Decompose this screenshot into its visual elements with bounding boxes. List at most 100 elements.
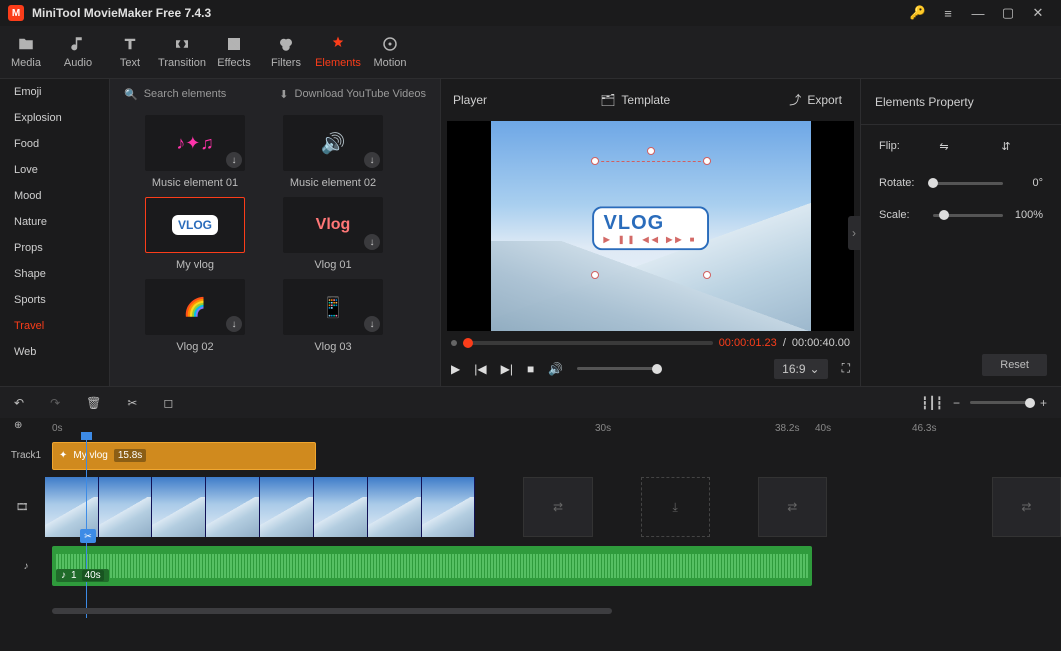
element-card[interactable]: VLOGMy vlog <box>130 197 260 271</box>
playhead[interactable] <box>86 438 87 618</box>
ruler-tick: 38.2s <box>775 423 799 434</box>
category-emoji[interactable]: Emoji <box>0 79 109 105</box>
categories-sidebar: Emoji Explosion Food Love Mood Nature Pr… <box>0 79 110 386</box>
tab-media[interactable]: Media <box>0 26 52 78</box>
time-separator: / <box>783 337 786 349</box>
element-clip-name: My vlog <box>73 450 107 461</box>
chevron-down-icon: ⌄ <box>810 362 820 376</box>
crop-button[interactable]: ◻ <box>163 396 173 410</box>
category-web[interactable]: Web <box>0 339 109 365</box>
seek-slider[interactable] <box>463 341 713 345</box>
download-icon[interactable] <box>364 316 380 332</box>
category-shape[interactable]: Shape <box>0 261 109 287</box>
tab-filters[interactable]: Filters <box>260 26 312 78</box>
category-explosion[interactable]: Explosion <box>0 105 109 131</box>
aspect-ratio-select[interactable]: 16:9⌄ <box>774 359 827 379</box>
zoom-out-button[interactable]: − <box>953 396 960 410</box>
content-row: Emoji Explosion Food Love Mood Nature Pr… <box>0 79 1061 386</box>
download-icon: ⬇ <box>279 88 288 101</box>
elements-panel: 🔍 Search elements ⬇ Download YouTube Vid… <box>110 79 441 386</box>
timeline-scrollbar[interactable] <box>52 608 612 614</box>
category-props[interactable]: Props <box>0 235 109 261</box>
download-icon[interactable] <box>364 152 380 168</box>
preview-box[interactable]: VLOG ▶ ❚❚ ◀◀ ▶▶ ■ <box>447 121 854 331</box>
play-button[interactable]: ▶ <box>451 362 460 376</box>
category-travel[interactable]: Travel <box>0 313 109 339</box>
category-sports[interactable]: Sports <box>0 287 109 313</box>
properties-panel: Elements Property Flip: ⇋ ⇵ Rotate: 0° S… <box>861 79 1061 386</box>
category-love[interactable]: Love <box>0 157 109 183</box>
duration-time: 00:00:40.00 <box>792 337 850 349</box>
zoom-in-button[interactable]: + <box>1040 396 1047 410</box>
transition-slot[interactable]: ⇄ <box>992 477 1061 537</box>
flip-horizontal-button[interactable]: ⇋ <box>933 135 955 157</box>
category-food[interactable]: Food <box>0 131 109 157</box>
license-key-icon[interactable]: 🔑 <box>903 5 933 21</box>
element-card[interactable]: 🔊Music element 02 <box>268 115 398 189</box>
category-mood[interactable]: Mood <box>0 183 109 209</box>
export-button[interactable]: ⤴Export <box>783 87 848 112</box>
track-audio: ♪ ♪ 1 40s <box>0 541 1061 591</box>
drop-media-slot[interactable]: ⤓ <box>641 477 710 537</box>
ruler-tick: 0s <box>52 423 63 434</box>
rotate-label: Rotate: <box>879 177 923 189</box>
ruler-tick: 30s <box>595 423 611 434</box>
video-clip[interactable] <box>45 477 476 537</box>
tab-text[interactable]: Text <box>104 26 156 78</box>
template-button[interactable]: 🗂Template <box>594 89 676 111</box>
download-icon[interactable] <box>226 316 242 332</box>
tab-transition[interactable]: Transition <box>156 26 208 78</box>
scale-slider[interactable] <box>933 214 1003 217</box>
transition-slot[interactable]: ⇄ <box>523 477 592 537</box>
minimize-button[interactable]: — <box>963 6 993 21</box>
prev-frame-button[interactable]: |◀ <box>474 362 486 376</box>
audio-clip[interactable]: ♪ 1 40s <box>52 546 812 586</box>
scale-value: 100% <box>1013 209 1043 221</box>
element-clip-icon: ✦ <box>59 450 67 461</box>
properties-title: Elements Property <box>861 79 1061 125</box>
zoom-slider[interactable] <box>970 401 1030 404</box>
rotate-slider[interactable] <box>933 182 1003 185</box>
delete-button[interactable]: 🗑 <box>86 396 101 410</box>
volume-slider[interactable] <box>577 367 657 370</box>
seek-start-dot <box>451 340 457 346</box>
undo-button[interactable]: ↶ <box>14 396 24 410</box>
tab-motion[interactable]: Motion <box>364 26 416 78</box>
category-nature[interactable]: Nature <box>0 209 109 235</box>
timeline-ruler[interactable]: ⊕ 0s 30s 38.2s 40s 46.3s <box>0 418 1061 438</box>
search-elements-input[interactable]: 🔍 Search elements <box>124 88 226 101</box>
download-icon[interactable] <box>226 152 242 168</box>
download-youtube-button[interactable]: ⬇ Download YouTube Videos <box>279 88 426 101</box>
element-clip[interactable]: ✦ My vlog 15.8s <box>52 442 316 470</box>
element-card[interactable]: VlogVlog 01 <box>268 197 398 271</box>
audio-track-icon: ♪ <box>0 561 52 572</box>
titlebar: M MiniTool MovieMaker Free 7.4.3 🔑 ≡ — ▢… <box>0 0 1061 26</box>
redo-button[interactable]: ↷ <box>50 396 60 410</box>
tab-effects[interactable]: Effects <box>208 26 260 78</box>
flip-vertical-button[interactable]: ⇵ <box>995 135 1017 157</box>
maximize-button[interactable]: ▢ <box>993 5 1023 21</box>
stop-button[interactable]: ■ <box>527 362 534 376</box>
transition-slot[interactable]: ⇄ <box>758 477 827 537</box>
split-marker-icon[interactable]: ✂ <box>80 529 96 543</box>
flip-label: Flip: <box>879 140 923 152</box>
fit-zoom-button[interactable]: ┇┃┇ <box>921 396 943 410</box>
volume-icon[interactable]: 🔊 <box>548 362 563 376</box>
track-video: 🎞 ⇄ ⤓ ⇄ ⇄ <box>0 473 1061 541</box>
next-frame-button[interactable]: ▶| <box>501 362 513 376</box>
vlog-element-overlay[interactable]: VLOG ▶ ❚❚ ◀◀ ▶▶ ■ <box>592 206 710 250</box>
tab-elements[interactable]: Elements <box>312 26 364 78</box>
download-icon[interactable] <box>364 234 380 250</box>
add-track-button[interactable]: ⊕ <box>14 420 22 431</box>
element-card[interactable]: ♪✦♫Music element 01 <box>130 115 260 189</box>
tab-audio[interactable]: Audio <box>52 26 104 78</box>
panel-toggle-icon[interactable]: › <box>848 216 860 250</box>
element-card[interactable]: 🌈Vlog 02 <box>130 279 260 353</box>
fullscreen-button[interactable]: ⛶ <box>842 361 850 376</box>
split-button[interactable]: ✂ <box>127 396 137 410</box>
element-card[interactable]: 📱Vlog 03 <box>268 279 398 353</box>
reset-button[interactable]: Reset <box>982 354 1047 376</box>
close-button[interactable]: ✕ <box>1023 5 1053 21</box>
track-elements: Track1 ✦ My vlog 15.8s <box>0 438 1061 473</box>
hamburger-menu-icon[interactable]: ≡ <box>933 6 963 21</box>
